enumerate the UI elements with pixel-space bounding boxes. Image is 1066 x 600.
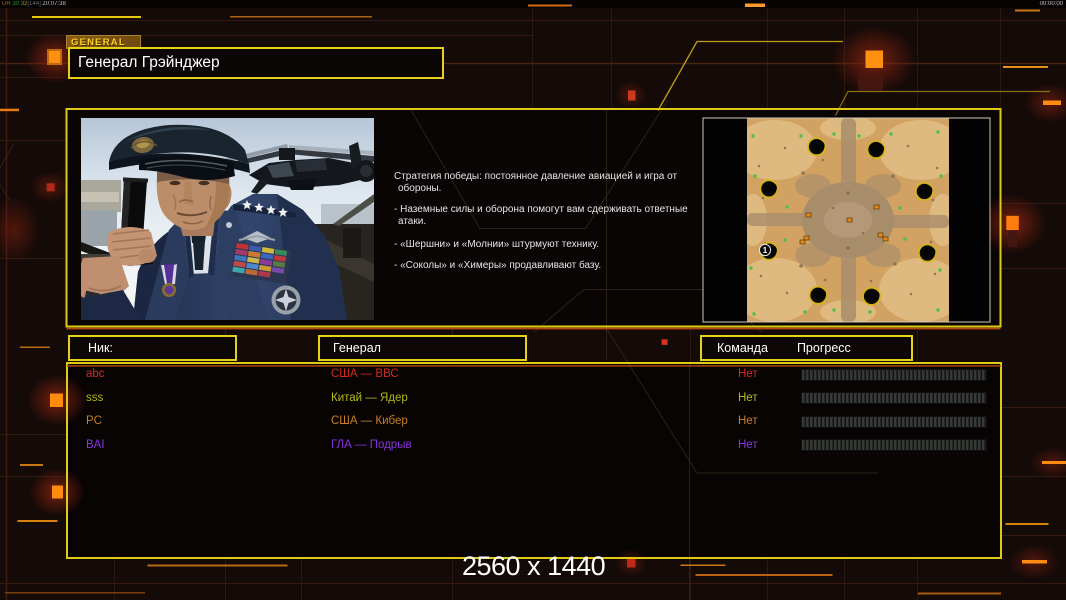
svg-text:1: 1: [763, 246, 768, 255]
